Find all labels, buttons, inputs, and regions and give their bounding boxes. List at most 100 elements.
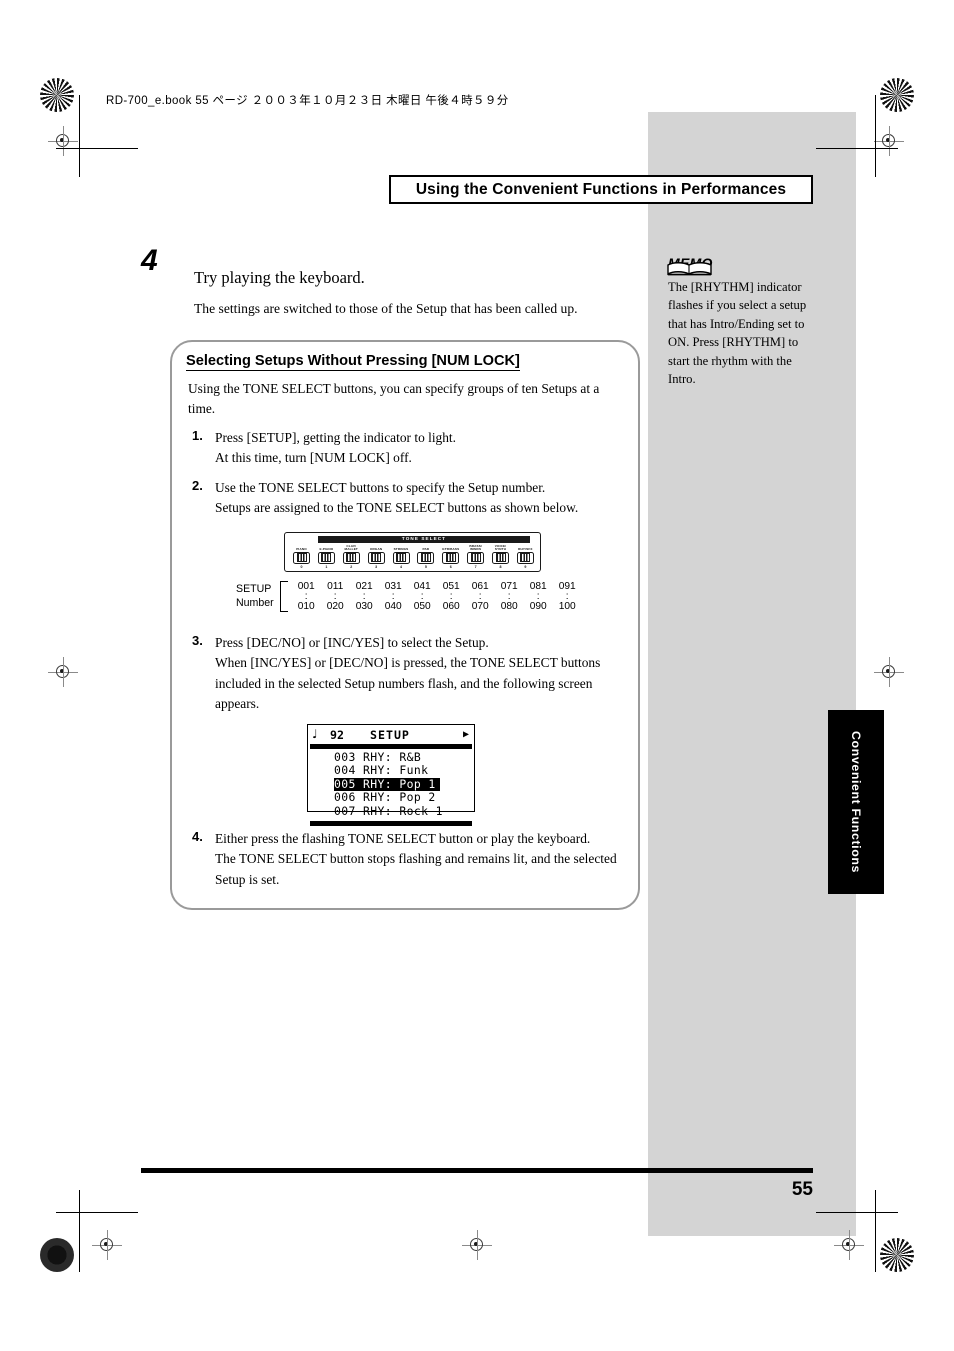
tone-button-9-label: RHY/SFX <box>518 546 533 551</box>
tone-button-9-number: 9 <box>524 564 527 569</box>
tone-button-4-key-icon <box>392 551 410 564</box>
substep-4-line1: Either press the flashing TONE SELECT bu… <box>215 831 591 846</box>
tone-select-button-7: BRASS/ WINDS 7 <box>465 544 486 569</box>
memo-callout: MEMO The [RHYTHM] indicator flashes if y… <box>667 255 820 388</box>
lcd-list-item-4[interactable]: 007 RHY: Rock 1 <box>308 804 474 818</box>
substep-4-number: 4. <box>192 829 203 844</box>
tone-button-1-key-icon <box>317 551 335 564</box>
tone-button-5-key-icon <box>417 551 435 564</box>
tone-select-button-9: RHY/SFX 9 <box>515 544 536 569</box>
substep-1-line2: At this time, turn [NUM LOCK] off. <box>215 450 412 466</box>
tone-button-3-label: ORGAN <box>369 546 383 551</box>
crop-line-bottom <box>56 1212 138 1214</box>
setup-number-grid: 001 011 021 031 041 051 061 071 081 091 … <box>292 581 582 612</box>
substep-2-line2: Setups are assigned to the TONE SELECT b… <box>215 500 579 516</box>
setup-bottom-5: 060 <box>442 601 460 613</box>
setup-number-label-line1: SETUP <box>236 582 272 595</box>
setup-dots-9: : <box>565 591 569 603</box>
lcd-tempo-value: 92 <box>330 727 344 742</box>
substep-3: 3. Press [DEC/NO] or [INC/YES] to select… <box>192 633 632 715</box>
tone-button-7-number: 7 <box>474 564 477 569</box>
setup-number-brace <box>279 581 288 613</box>
tone-button-6-key-icon <box>442 551 460 564</box>
setup-bottom-6: 070 <box>471 601 489 613</box>
tone-select-header-label: TONE SELECT <box>318 535 530 543</box>
setup-dots-1: : <box>333 591 337 603</box>
setup-bottom-1: 020 <box>326 601 344 613</box>
lcd-mode-label: SETUP <box>370 727 410 742</box>
selecting-setups-title: Selecting Setups Without Pressing [NUM L… <box>186 353 520 371</box>
lcd-screen-figure: ♩ 92 SETUP ▶ 003 RHY: R&B 004 RHY: Funk … <box>307 724 475 827</box>
tone-select-panel-figure: TONE SELECT PIANO 0 E.PIANO 1 CLAV/ MALL… <box>284 532 541 572</box>
substep-3-number: 3. <box>192 633 203 648</box>
lcd-list-item-2-selected[interactable]: 005 RHY: Pop 1 <box>334 777 440 792</box>
tone-select-button-5: PAD 5 <box>415 544 436 569</box>
running-title-text: Using the Convenient Functions in Perfor… <box>415 180 787 198</box>
registration-mark-bottom-right <box>834 1230 864 1260</box>
setup-number-label-line2: Number <box>236 596 274 609</box>
setup-bottom-8: 090 <box>529 601 547 613</box>
manual-page: RD-700_e.book 55 ページ ２００３年１０月２３日 木曜日 午後４… <box>0 0 954 1351</box>
setup-bottom-9: 100 <box>558 601 576 613</box>
step-number-4: 4 <box>137 244 173 277</box>
registration-mark-bottom-left <box>92 1230 122 1260</box>
running-title-box: Using the Convenient Functions in Perfor… <box>389 175 813 204</box>
substep-3-line2: When [INC/YES] or [DEC/NO] is pressed, t… <box>215 655 601 712</box>
tone-button-4-label: STRINGS <box>393 546 409 551</box>
tone-select-button-1: E.PIANO 1 <box>316 544 337 569</box>
registration-mark-left-middle <box>48 657 78 687</box>
substep-4-line2: The TONE SELECT button stops flashing an… <box>215 851 617 887</box>
setup-number-table: SETUP Number 001 011 021 031 041 051 061… <box>236 581 582 613</box>
setup-dots-3: : <box>391 591 395 603</box>
registration-rosette-bottom-left <box>40 1238 74 1272</box>
tone-button-2-key-icon <box>342 551 360 564</box>
tone-button-9-key-icon <box>516 551 534 564</box>
tone-button-2-label2: MALLET <box>344 546 358 551</box>
setup-dots-8: : <box>536 591 540 603</box>
setup-number-bottom-row: 010 020 030 040 050 060 070 080 090 100 <box>292 601 582 612</box>
crop-line-bottom-left <box>79 1190 81 1272</box>
substep-1: 1. Press [SETUP], getting the indicator … <box>192 428 632 469</box>
substep-2-number: 2. <box>192 478 203 493</box>
substep-4: 4. Either press the flashing TONE SELECT… <box>192 829 632 890</box>
right-arrow-icon: ▶ <box>462 729 469 740</box>
registration-mark-top-right <box>874 126 904 156</box>
selecting-setups-intro: Using the TONE SELECT buttons, you can s… <box>188 381 600 417</box>
lcd-list-item-0[interactable]: 003 RHY: R&B <box>308 750 474 764</box>
crop-line-bottom-right <box>816 1212 898 1214</box>
tone-button-1-label: E.PIANO <box>319 546 334 551</box>
crop-line-bottom-right-v <box>875 1190 877 1272</box>
tone-button-6-label: GTR/BASS <box>442 546 460 551</box>
setup-dots-4: : <box>420 591 424 603</box>
tone-button-2-number: 2 <box>350 564 353 569</box>
setup-dots-6: : <box>478 591 482 603</box>
memo-book-icon <box>667 262 712 276</box>
memo-label: MEMO <box>667 255 713 276</box>
registration-rosette-bottom-right <box>880 1238 914 1272</box>
registration-mark-top-left <box>48 126 78 156</box>
tone-button-8-number: 8 <box>499 564 502 569</box>
tone-select-button-2: CLAV/ MALLET 2 <box>341 544 362 569</box>
tone-select-button-6: GTR/BASS 6 <box>440 544 461 569</box>
substep-1-line1: Press [SETUP], getting the indicator to … <box>215 430 457 445</box>
lcd-list-item-3[interactable]: 006 RHY: Pop 2 <box>308 790 474 804</box>
tone-button-8-key-icon <box>492 551 509 564</box>
tone-button-5-label: PAD <box>422 546 430 551</box>
substep-2-line1: Use the TONE SELECT buttons to specify t… <box>215 480 546 495</box>
setup-dots-0: : <box>304 591 308 603</box>
tone-select-button-8: VOICE/ SYNTH 8 <box>490 544 511 569</box>
tone-select-button-0: PIANO 0 <box>291 544 312 569</box>
setup-dots-5: : <box>449 591 453 603</box>
tone-select-button-row: PIANO 0 E.PIANO 1 CLAV/ MALLET 2 ORGAN 3… <box>291 544 536 569</box>
setup-bottom-2: 030 <box>355 601 373 613</box>
lcd-list-item-1[interactable]: 004 RHY: Funk <box>308 763 474 777</box>
registration-mark-right-middle <box>874 657 904 687</box>
registration-mark-bottom-center <box>462 1230 492 1260</box>
substep-1-number: 1. <box>192 428 203 443</box>
tone-button-7-label2: WINDS <box>470 546 482 551</box>
setup-bottom-4: 050 <box>413 601 431 613</box>
lcd-status-bar: ♩ 92 SETUP ▶ <box>308 725 474 744</box>
crop-line-right <box>875 95 877 177</box>
tone-button-0-key-icon <box>293 551 310 564</box>
crop-line-left <box>79 95 81 177</box>
